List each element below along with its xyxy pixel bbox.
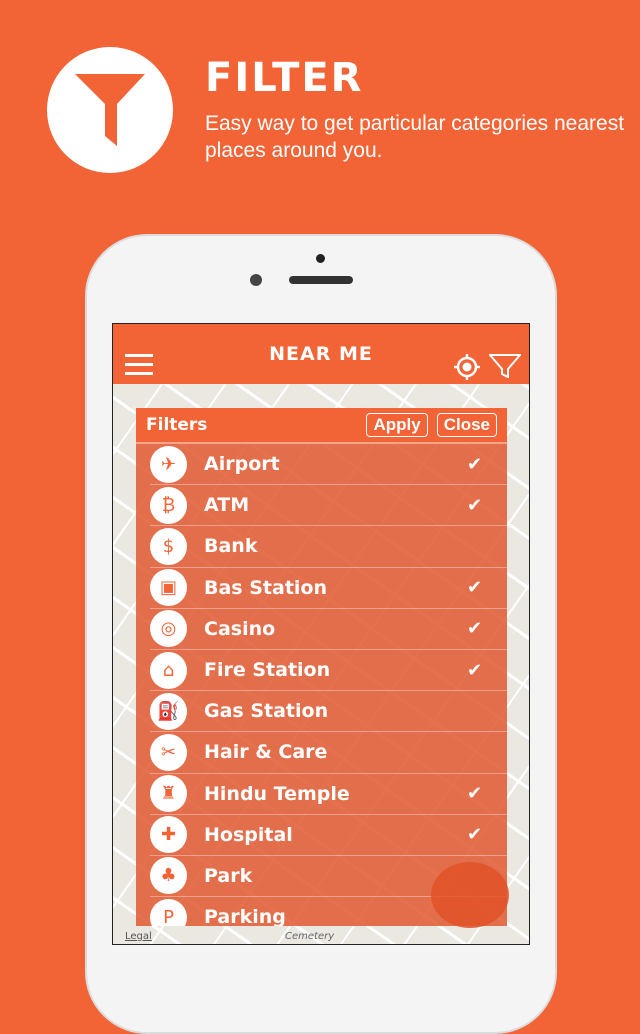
legal-link[interactable]: Legal <box>125 931 152 942</box>
filter-label: Hindu Temple <box>204 782 350 805</box>
filter-item[interactable]: ✚ Hospital ✔ <box>150 815 507 856</box>
nav-bar: NEAR ME <box>113 324 529 384</box>
filters-header: Filters Apply Close <box>136 408 507 444</box>
crosshair-icon[interactable] <box>453 353 481 381</box>
map-label: Cemetery <box>285 931 335 942</box>
filter-label: Park <box>204 864 253 887</box>
category-icon: ⛽ <box>150 692 187 730</box>
apply-button[interactable]: Apply <box>366 413 428 437</box>
category-icon: ◎ <box>150 610 187 648</box>
category-icon: ♣ <box>150 857 187 895</box>
filter-label: Hospital <box>204 823 293 846</box>
filter-item[interactable]: ✈ Airport ✔ <box>150 444 507 486</box>
checkmark-icon[interactable]: ✔ <box>467 454 507 475</box>
close-button[interactable]: Close <box>436 413 497 437</box>
filter-label: Gas Station <box>204 700 329 723</box>
filter-item[interactable]: ₿ ATM ✔ <box>150 485 507 527</box>
front-camera <box>250 274 262 286</box>
filter-item[interactable]: ▣ Bas Station ✔ <box>150 568 507 609</box>
checkmark-icon[interactable]: ✔ <box>467 577 507 598</box>
category-icon: ✈ <box>150 445 187 483</box>
filter-item[interactable]: ⌂ Fire Station ✔ <box>150 650 507 692</box>
filter-label: Parking <box>204 906 286 926</box>
hamburger-icon[interactable] <box>125 354 153 381</box>
proximity-sensor <box>316 254 325 263</box>
filter-item[interactable]: ⛽ Gas Station <box>150 691 507 733</box>
category-icon: ✚ <box>150 816 187 854</box>
filter-item[interactable]: ◎ Casino ✔ <box>150 609 507 650</box>
filter-label: ATM <box>204 494 250 517</box>
camera-fab-button[interactable] <box>431 862 509 928</box>
category-icon: ▣ <box>150 569 187 607</box>
promo-subtitle: Easy way to get particular categories ne… <box>205 112 625 162</box>
filter-logo <box>47 47 173 173</box>
checkmark-icon[interactable]: ✔ <box>467 824 507 845</box>
category-icon: ✂ <box>150 733 187 771</box>
filter-item[interactable]: ♜ Hindu Temple ✔ <box>150 774 507 815</box>
filter-icon <box>75 74 145 146</box>
filters-title: Filters <box>146 415 208 435</box>
app-title: NEAR ME <box>269 343 373 365</box>
checkmark-icon[interactable]: ✔ <box>467 618 507 639</box>
category-icon: ₿ <box>150 486 187 524</box>
filter-label: Hair & Care <box>204 741 328 764</box>
checkmark-icon[interactable]: ✔ <box>467 495 507 516</box>
filter-item[interactable]: ✂ Hair & Care <box>150 732 507 774</box>
app-screen: NEAR ME Legal Cemetery Filters Apply Clo… <box>112 323 530 945</box>
promo-title: FILTER <box>205 55 364 101</box>
speaker <box>289 276 353 284</box>
filter-label: Bas Station <box>204 576 327 599</box>
filter-item[interactable]: $ Bank <box>150 526 507 568</box>
category-icon: $ <box>150 527 187 565</box>
filter-label: Fire Station <box>204 659 331 682</box>
checkmark-icon[interactable]: ✔ <box>467 783 507 804</box>
category-icon: ♜ <box>150 775 187 813</box>
filters-panel: Filters Apply Close ✈ Airport ✔ ₿ ATM ✔ $ Bank ▣… <box>136 408 507 926</box>
filter-icon[interactable] <box>489 354 521 378</box>
category-icon: ⌂ <box>150 651 187 689</box>
filter-label: Airport <box>204 453 280 476</box>
category-icon: P <box>150 898 187 926</box>
filter-label: Bank <box>204 535 258 558</box>
filter-label: Casino <box>204 617 276 640</box>
checkmark-icon[interactable]: ✔ <box>467 660 507 681</box>
